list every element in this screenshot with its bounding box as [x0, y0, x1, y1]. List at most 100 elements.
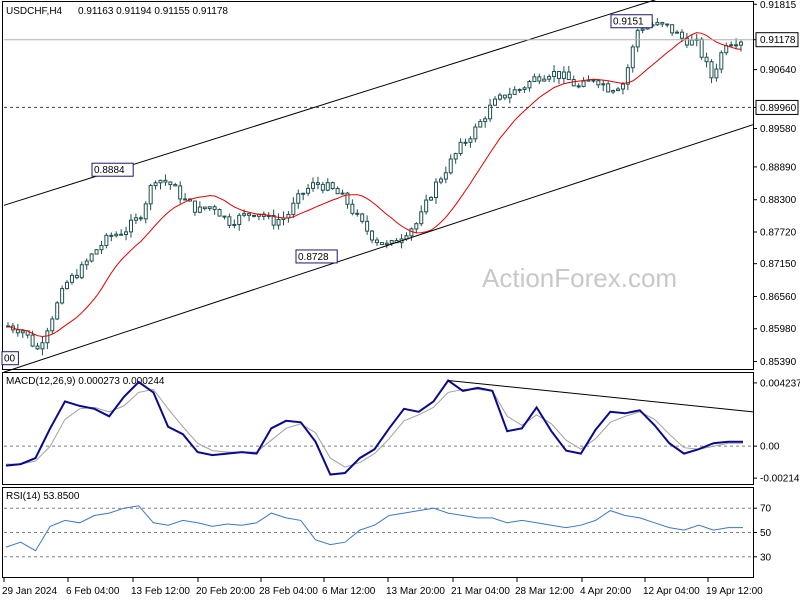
candle-body [60, 288, 65, 304]
candle-body [133, 217, 138, 221]
candle-body [670, 24, 675, 34]
candle-body [537, 76, 542, 82]
candle-body [739, 41, 743, 46]
candle-body [547, 75, 552, 80]
candle-body [335, 187, 340, 195]
candle-body [114, 233, 119, 237]
candle-body [340, 192, 345, 195]
watermark: ActionForex.com [482, 263, 677, 293]
candle-body [714, 68, 719, 79]
candle-body [173, 184, 178, 187]
candle-body [183, 198, 188, 201]
candle-body [119, 233, 124, 236]
candle-body [360, 213, 365, 222]
candle-body [542, 78, 547, 82]
candle-body [606, 83, 611, 93]
candle-body [655, 22, 660, 26]
time-tick-label: 13 Feb 12:00 [131, 586, 190, 597]
price-tick-label: 0.87720 [760, 227, 797, 238]
candle-body [163, 179, 168, 183]
time-tick-label: 21 Mar 04:00 [451, 586, 510, 597]
candle-body [148, 185, 153, 205]
candle-body [128, 219, 133, 233]
candle-body [384, 242, 389, 246]
macd-axis: 0.004237 0.00 -0.002142 [753, 378, 800, 485]
candle-body [355, 212, 360, 215]
time-tick-label: 20 Feb 20:00 [196, 586, 255, 597]
candle-body [192, 200, 197, 213]
candle-body [109, 234, 114, 237]
macd-tick-label: 0.004237 [760, 378, 800, 389]
candle-body [448, 158, 453, 174]
candle-body [389, 240, 394, 244]
candle-body [207, 206, 212, 210]
candle-body [625, 67, 630, 85]
rsi-axis: 70 50 30 [753, 504, 772, 563]
candle-body [630, 46, 635, 69]
candle-body [247, 213, 252, 216]
candle-body [315, 182, 320, 185]
time-tick-label: 28 Mar 12:00 [515, 586, 574, 597]
candle-body [124, 231, 129, 236]
candle-body [301, 192, 306, 195]
candle-body [306, 187, 311, 194]
price-tick-label: 0.86560 [760, 292, 797, 303]
price-label-text: 0.9151 [613, 17, 644, 28]
price-tick-label: 0.91815 [760, 0, 797, 11]
candle-body [45, 330, 50, 344]
price-tick-label: 0.89960 [760, 103, 797, 114]
candle-body [222, 215, 227, 218]
candle-body [689, 39, 694, 46]
time-tick-label: 29 Jan 2024 [2, 586, 57, 597]
rsi-tick-label: 30 [760, 552, 772, 563]
candle-body [311, 182, 316, 189]
price-tick-label: 0.91178 [760, 35, 796, 46]
candle-body [99, 244, 104, 251]
candle-body [699, 38, 704, 58]
candle-body [69, 274, 74, 283]
ohlc-label: 0.91163 0.91194 0.91155 0.91178 [78, 6, 228, 17]
candle-body [202, 206, 207, 210]
candle-body [620, 83, 625, 90]
price-tick-label: 0.85390 [760, 357, 797, 368]
candle-body [104, 234, 109, 246]
candle-body [566, 71, 571, 81]
candle-body [251, 214, 256, 217]
price-tick-label: 0.89580 [760, 124, 797, 135]
candle-body [596, 80, 601, 86]
candle-body [719, 52, 724, 70]
candle-body [724, 45, 729, 54]
candle-body [660, 22, 665, 25]
candle-body [237, 214, 242, 225]
candle-body [512, 89, 517, 95]
time-tick-label: 12 Apr 04:00 [643, 586, 700, 597]
price-panel-frame [2, 1, 754, 370]
candle-body [640, 28, 645, 31]
rsi-title: RSI(14) 53.8500 [6, 491, 80, 502]
candle-body [158, 179, 163, 184]
candle-body [729, 44, 734, 47]
candle-body [79, 264, 84, 279]
candle-body [527, 80, 532, 89]
candle-body [458, 141, 463, 155]
candle-body [576, 85, 581, 88]
time-tick-label: 13 Mar 20:00 [386, 586, 445, 597]
candle-body [168, 181, 173, 186]
chart-canvas: ActionForex.com USDCHF,H4 0.91163 0.9119… [1, 0, 800, 597]
candle-body [517, 88, 522, 91]
candle-body [325, 182, 330, 191]
candle-body [611, 90, 616, 93]
candle-body [665, 23, 670, 26]
price-label-text: 0.8884 [94, 165, 125, 176]
candle-body [502, 94, 507, 99]
candle-body [532, 76, 537, 82]
candle-body [463, 141, 468, 144]
rsi-series [4, 505, 753, 558]
time-tick-label: 19 Apr 12:00 [706, 586, 763, 597]
candle-body [242, 213, 247, 216]
price-tick-label: 0.88890 [760, 162, 797, 173]
candle-body [212, 206, 217, 211]
candle-body [374, 239, 379, 244]
candle-body [635, 29, 640, 48]
candle-body [414, 223, 419, 230]
